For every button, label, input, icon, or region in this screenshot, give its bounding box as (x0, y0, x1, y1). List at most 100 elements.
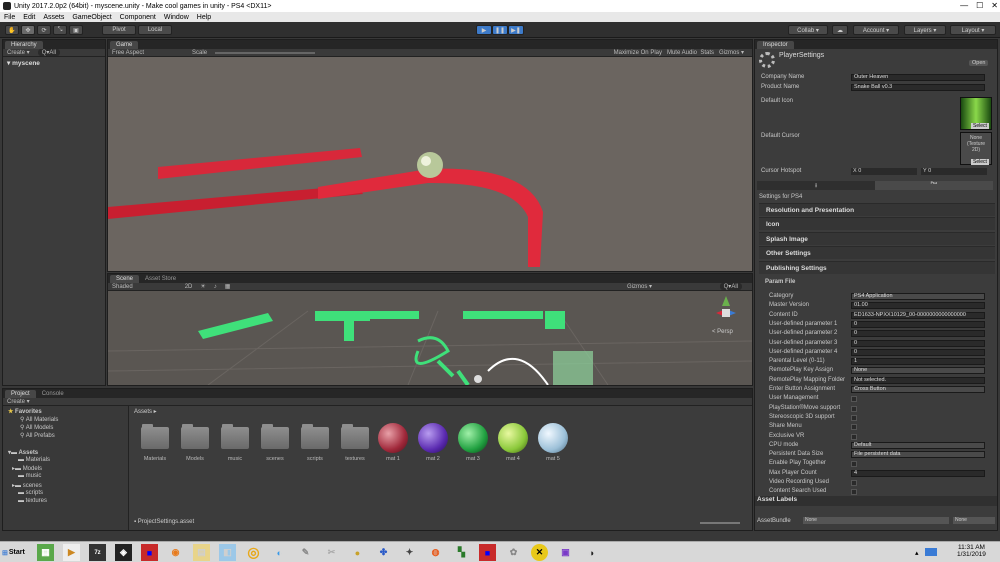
gizmos-dropdown[interactable]: Gizmos ▾ (719, 49, 744, 56)
company-field[interactable]: Outer Heaven (851, 74, 985, 81)
asset-bundle-dropdown[interactable]: None (803, 517, 949, 524)
collab-dropdown[interactable]: Collab ▾ (788, 25, 828, 35)
chrome-icon[interactable]: ◎ (245, 544, 262, 561)
publishing-row-dropdown[interactable]: File persistent data (851, 451, 985, 459)
system-clock[interactable]: 11:31 AM 1/31/2019 (957, 544, 986, 558)
platform-tab-standalone[interactable]: ⭳ (757, 181, 875, 190)
tree-folder[interactable]: ▬ scripts (18, 490, 43, 496)
publishing-row-dropdown[interactable]: PS4 Application (851, 293, 985, 300)
menu-edit[interactable]: Edit (23, 14, 35, 21)
menu-gameobject[interactable]: GameObject (72, 14, 111, 21)
publishing-row-field[interactable]: Not selected. (851, 376, 985, 384)
publishing-row-field[interactable]: 0 (851, 348, 985, 356)
publishing-row-checkbox[interactable] (851, 414, 857, 421)
minimize-button[interactable]: — (960, 1, 968, 10)
app-icon[interactable]: ■ (479, 544, 496, 561)
layers-dropdown[interactable]: Layers ▾ (904, 25, 946, 35)
folder-icon[interactable] (221, 424, 249, 451)
publishing-row-checkbox[interactable] (851, 396, 857, 403)
publishing-row-checkbox[interactable] (851, 461, 857, 468)
menu-file[interactable]: File (4, 14, 15, 21)
publishing-row-checkbox[interactable] (851, 480, 857, 486)
section-resolution[interactable]: Resolution and Presentation (759, 203, 995, 216)
step-button-icon[interactable]: ▶❚ (508, 25, 524, 35)
obs-icon[interactable]: ◑ (583, 544, 600, 561)
menu-component[interactable]: Component (120, 14, 156, 21)
folder-icon[interactable] (261, 424, 289, 451)
tray-arrow-icon[interactable]: ▴ (915, 549, 919, 557)
publishing-row-dropdown[interactable]: Cross Button (851, 386, 985, 393)
tree-folder[interactable]: ▬ textures (18, 498, 47, 504)
publishing-row-checkbox[interactable] (851, 405, 857, 412)
folder-icon[interactable] (301, 424, 329, 451)
lighting-toggle-icon[interactable]: ☀ (200, 283, 205, 290)
menu-assets[interactable]: Assets (43, 14, 64, 21)
scene-viewport[interactable]: < Persp (108, 291, 752, 385)
cloud-icon[interactable]: ☁ (832, 25, 848, 35)
app-icon[interactable]: ✕ (531, 544, 548, 561)
start-button[interactable]: ⊞ Start (2, 545, 30, 560)
hierarchy-scene-item[interactable]: ▾ myscene (3, 57, 105, 69)
audio-toggle-icon[interactable]: ♪ (214, 284, 217, 290)
icon-size-slider[interactable] (700, 522, 740, 524)
folder-icon[interactable] (141, 424, 169, 451)
app-icon[interactable]: ● (349, 544, 366, 561)
rotate-tool-icon[interactable]: ⟳ (37, 25, 51, 35)
product-field[interactable]: Snake Ball v0.3 (851, 84, 985, 91)
app-icon[interactable]: ✿ (505, 544, 522, 561)
app-icon[interactable]: ✦ (401, 544, 418, 561)
publishing-row-checkbox[interactable] (851, 489, 857, 496)
publishing-row-checkbox[interactable] (851, 433, 857, 440)
section-publishing[interactable]: Publishing Settings (759, 261, 995, 274)
open-button[interactable]: Open (969, 60, 989, 66)
material-sphere-icon[interactable] (418, 423, 448, 453)
fav-all-models[interactable]: ⚲ All Models (20, 424, 53, 431)
hotspot-y-field[interactable]: Y 0 (921, 168, 987, 175)
select-cursor-button[interactable]: Select (971, 159, 989, 165)
account-dropdown[interactable]: Account ▾ (853, 25, 899, 35)
tab-scene[interactable]: Scene (110, 275, 140, 283)
tab-project[interactable]: Project (5, 390, 36, 398)
rect-tool-icon[interactable]: ▣ (69, 25, 83, 35)
material-sphere-icon[interactable] (538, 423, 568, 453)
menu-help[interactable]: Help (197, 14, 211, 21)
app-icon[interactable]: ◧ (219, 544, 236, 561)
project-create-button[interactable]: Create ▾ (7, 398, 30, 405)
hierarchy-search-input[interactable]: Q▾All (37, 49, 61, 56)
app-icon[interactable]: ▶ (63, 544, 80, 561)
publishing-row-field[interactable]: 0 (851, 330, 985, 338)
effects-toggle-icon[interactable]: ▦ (225, 283, 231, 290)
assets-root[interactable]: ▾▬ Assets (8, 449, 38, 456)
folder-icon[interactable] (181, 424, 209, 451)
material-sphere-icon[interactable] (458, 423, 488, 453)
app-icon[interactable]: ▚ (453, 544, 470, 561)
7zip-icon[interactable]: 7z (89, 544, 106, 561)
play-button-icon[interactable]: ▶ (476, 25, 492, 35)
section-splash[interactable]: Splash Image (759, 232, 995, 245)
publishing-row-checkbox[interactable] (851, 424, 857, 431)
2d-toggle[interactable]: 2D (185, 284, 193, 290)
move-tool-icon[interactable]: ✥ (21, 25, 35, 35)
scale-tool-icon[interactable]: ⤡ (53, 25, 67, 35)
scene-search-input[interactable]: Q▾All (719, 283, 742, 290)
scene-gizmos-dropdown[interactable]: Gizmos ▾ (627, 283, 652, 290)
project-breadcrumb[interactable]: Assets ▸ (134, 408, 157, 415)
tree-folder[interactable]: ▸▬ scenes (12, 482, 42, 489)
local-toggle[interactable]: Local (138, 25, 172, 35)
app-icon[interactable]: ✤ (375, 544, 392, 561)
asset-bundle-variant-dropdown[interactable]: None (953, 517, 995, 524)
pivot-toggle[interactable]: Pivot (102, 25, 136, 35)
publishing-row-field[interactable]: ED1633-NPXX10129_00-0000000000000000 (851, 311, 985, 319)
favorites-header[interactable]: ★ Favorites (8, 408, 42, 415)
app-icon[interactable]: ■ (141, 544, 158, 561)
select-icon-button[interactable]: Select (971, 123, 989, 129)
tab-asset-store[interactable]: Asset Store (139, 275, 182, 283)
app-icon[interactable]: ◐ (271, 544, 288, 561)
platform-tab-ps4[interactable]: ᴾˢ⁴ (875, 181, 993, 190)
tree-folder[interactable]: ▸▬ Models (12, 465, 42, 472)
tree-folder[interactable]: ▬ Materials (18, 457, 50, 463)
publishing-row-field[interactable]: 0 (851, 339, 985, 347)
app-icon[interactable]: ✂ (323, 544, 340, 561)
material-sphere-icon[interactable] (378, 423, 408, 453)
app-icon[interactable]: ▣ (557, 544, 574, 561)
